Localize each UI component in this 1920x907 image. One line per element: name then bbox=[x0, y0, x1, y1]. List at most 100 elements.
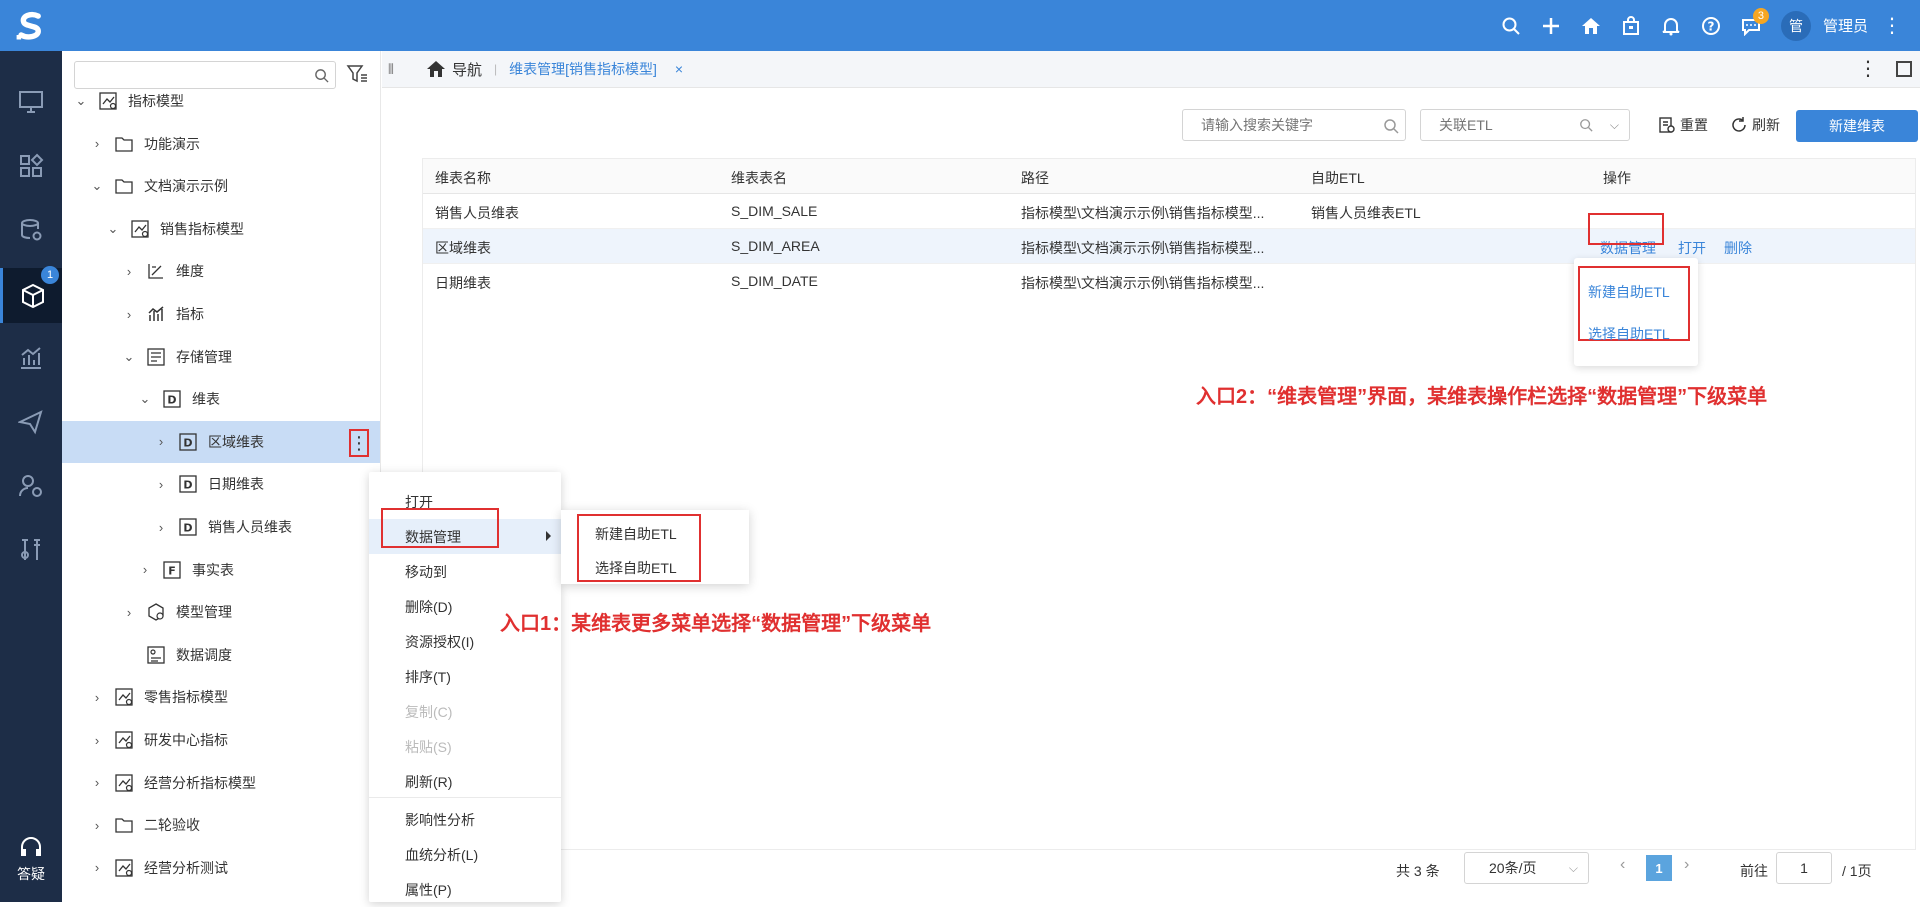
new-etl-option[interactable]: 新建自助ETL bbox=[1588, 282, 1670, 302]
chevron-right-icon[interactable]: › bbox=[90, 860, 104, 875]
bell-icon[interactable] bbox=[1651, 0, 1691, 51]
help-button[interactable]: 答疑 bbox=[0, 835, 62, 884]
tree-node[interactable]: › 模型管理 bbox=[62, 591, 380, 633]
chevron-right-icon[interactable]: › bbox=[154, 434, 168, 449]
tab-home[interactable]: 导航 bbox=[426, 59, 482, 80]
chevron-down-icon[interactable]: ⌄ bbox=[122, 349, 136, 365]
context-menu-item[interactable]: 移动到 bbox=[369, 554, 561, 589]
maximize-icon[interactable] bbox=[1896, 61, 1912, 77]
table-row[interactable]: 销售人员维表 S_DIM_SALE 指标模型\文档演示示例\销售指标模型... … bbox=[423, 194, 1915, 229]
rail-user-settings-icon[interactable] bbox=[0, 465, 62, 507]
open-link[interactable]: 打开 bbox=[1678, 238, 1706, 258]
context-menu-item[interactable]: 刷新(R) bbox=[369, 764, 561, 799]
chevron-right-icon[interactable]: › bbox=[122, 264, 136, 279]
column-header[interactable]: 路径 bbox=[1021, 168, 1049, 188]
context-menu-item[interactable]: 排序(T) bbox=[369, 659, 561, 694]
goto-page-input[interactable]: 1 bbox=[1776, 852, 1832, 884]
context-menu-label: 删除(D) bbox=[405, 598, 453, 615]
tree-node[interactable]: › D 日期维表 bbox=[62, 463, 380, 505]
rail-monitor-icon[interactable] bbox=[0, 81, 62, 123]
chevron-down-icon[interactable]: ⌄ bbox=[90, 178, 104, 194]
tab-more-icon[interactable]: ⋮ bbox=[1858, 59, 1878, 79]
select-etl-option[interactable]: 选择自助ETL bbox=[595, 558, 677, 578]
chevron-right-icon[interactable]: › bbox=[90, 136, 104, 151]
rail-chart-icon[interactable] bbox=[0, 337, 62, 379]
chevron-right-icon[interactable]: › bbox=[122, 307, 136, 322]
tree-node[interactable]: ⌄ D 维表 bbox=[62, 378, 380, 420]
chevron-right-icon[interactable]: › bbox=[90, 775, 104, 790]
context-menu-item[interactable]: 影响性分析 bbox=[369, 802, 561, 837]
refresh-button[interactable]: 刷新 bbox=[1730, 115, 1780, 135]
bag-icon[interactable] bbox=[1611, 0, 1651, 51]
rail-tools-icon[interactable] bbox=[0, 529, 62, 571]
search-icon[interactable] bbox=[1383, 118, 1399, 134]
chevron-down-icon[interactable]: ⌄ bbox=[74, 93, 88, 109]
chevron-down-icon[interactable]: ⌵ bbox=[1610, 118, 1619, 133]
tree-node[interactable]: › 功能演示 bbox=[62, 123, 380, 165]
page-size-select[interactable]: 20条/页 ⌵ bbox=[1464, 852, 1589, 884]
column-header[interactable]: 维表名称 bbox=[435, 168, 491, 188]
more-icon[interactable]: ⋮ bbox=[1882, 16, 1902, 36]
new-dim-table-button[interactable]: 新建维表 bbox=[1796, 110, 1918, 142]
context-menu-item[interactable]: 血统分析(L) bbox=[369, 837, 561, 872]
column-header[interactable]: 维表表名 bbox=[731, 168, 787, 188]
chevron-right-icon[interactable]: › bbox=[90, 690, 104, 705]
tree-node[interactable]: › 维度 bbox=[62, 250, 380, 292]
rail-send-icon[interactable] bbox=[0, 401, 62, 443]
tree-node[interactable]: › D 销售人员维表 bbox=[62, 506, 380, 548]
select-etl-option[interactable]: 选择自助ETL bbox=[1588, 324, 1670, 344]
rail-database-icon[interactable] bbox=[0, 209, 62, 251]
tree-node[interactable]: › 经营分析指标模型 bbox=[62, 762, 380, 804]
tree-node[interactable]: › F 事实表 bbox=[62, 549, 380, 591]
tree-node[interactable]: ⌄ 指标模型 bbox=[62, 80, 380, 122]
home-icon[interactable] bbox=[1571, 0, 1611, 51]
tree-node[interactable]: › 零售指标模型 bbox=[62, 676, 380, 718]
chevron-right-icon[interactable]: › bbox=[138, 562, 152, 577]
search-icon[interactable] bbox=[1491, 0, 1531, 51]
tree-node[interactable]: › 二轮验收 bbox=[62, 804, 380, 846]
etl-select-field[interactable] bbox=[1421, 110, 1629, 140]
close-tab-icon[interactable]: × bbox=[675, 61, 683, 77]
collapse-sidebar-icon[interactable]: ⫴ bbox=[388, 61, 402, 78]
rail-apps-icon[interactable] bbox=[0, 145, 62, 187]
rail-model-icon[interactable]: 1 bbox=[0, 266, 62, 323]
node-more-button[interactable]: ⋮ bbox=[349, 428, 369, 457]
chevron-right-icon[interactable]: › bbox=[122, 605, 136, 620]
username[interactable]: 管理员 bbox=[1823, 15, 1868, 36]
reset-button[interactable]: 重置 bbox=[1658, 115, 1708, 135]
plus-icon[interactable] bbox=[1531, 0, 1571, 51]
column-header[interactable]: 操作 bbox=[1603, 168, 1631, 188]
tree-node[interactable]: ⌄ 文档演示示例 bbox=[62, 165, 380, 207]
etl-select[interactable]: ⌵ bbox=[1420, 109, 1630, 141]
tree-node[interactable]: › D 区域维表 ⋮ bbox=[62, 420, 380, 463]
keyword-search-field[interactable] bbox=[1183, 110, 1405, 140]
column-header[interactable]: 自助ETL bbox=[1311, 168, 1365, 188]
tree-node[interactable]: › 指标 bbox=[62, 293, 380, 335]
chevron-right-icon[interactable]: › bbox=[90, 818, 104, 833]
chevron-right-icon[interactable]: › bbox=[90, 733, 104, 748]
chevron-right-icon[interactable]: › bbox=[154, 477, 168, 492]
context-menu-label: 刷新(R) bbox=[405, 773, 453, 790]
tree-node[interactable]: › 经营分析测试 bbox=[62, 847, 380, 889]
tree-node[interactable]: ⌄ 销售指标模型 bbox=[62, 208, 380, 250]
chevron-down-icon[interactable]: ⌄ bbox=[138, 391, 152, 407]
next-page-icon[interactable]: › bbox=[1684, 856, 1689, 874]
context-menu-label: 排序(T) bbox=[405, 668, 451, 685]
tree-node[interactable]: ⌄ 存储管理 bbox=[62, 336, 380, 378]
tree-node[interactable]: 数据调度 bbox=[62, 634, 380, 676]
tab-separator: | bbox=[494, 62, 498, 76]
current-page[interactable]: 1 bbox=[1646, 855, 1672, 881]
help-icon[interactable]: ? bbox=[1691, 0, 1731, 51]
chevron-right-icon[interactable]: › bbox=[154, 520, 168, 535]
app-logo[interactable] bbox=[0, 0, 62, 51]
keyword-search-input[interactable] bbox=[1182, 109, 1406, 141]
message-icon[interactable]: 3 bbox=[1731, 0, 1771, 51]
tree-node-label: 维度 bbox=[176, 263, 204, 280]
prev-page-icon[interactable]: ‹ bbox=[1620, 856, 1625, 874]
tab-dim-table-manage[interactable]: 维表管理[销售指标模型] bbox=[509, 59, 657, 79]
delete-link[interactable]: 删除 bbox=[1724, 238, 1752, 258]
tree-node[interactable]: › 研发中心指标 bbox=[62, 719, 380, 761]
new-etl-option[interactable]: 新建自助ETL bbox=[595, 524, 677, 544]
chevron-down-icon[interactable]: ⌄ bbox=[106, 221, 120, 237]
avatar[interactable]: 管 bbox=[1780, 10, 1811, 41]
